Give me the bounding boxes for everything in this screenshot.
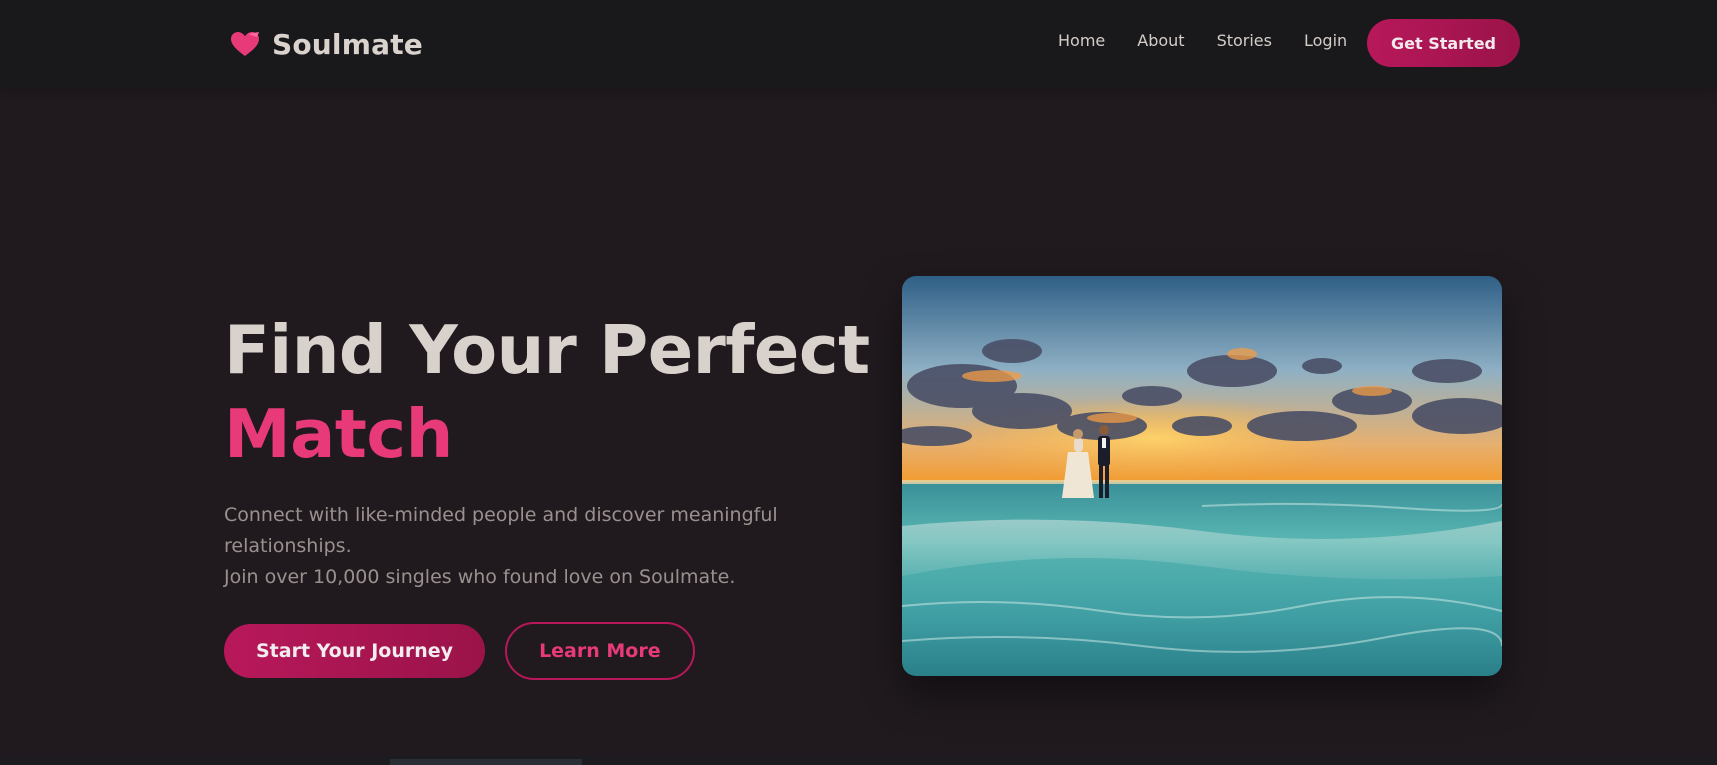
hero-subtitle: Connect with like-minded people and disc… — [224, 500, 884, 593]
hero-subtitle-line-2: Join over 10,000 singles who found love … — [224, 566, 736, 588]
heart-icon — [230, 31, 260, 57]
get-started-button[interactable]: Get Started — [1367, 19, 1520, 67]
brand-logo-link[interactable]: Soulmate — [230, 24, 423, 64]
hero-subtitle-line-1: Connect with like-minded people and disc… — [224, 504, 778, 557]
hero-photo — [902, 276, 1502, 676]
hero-section: Find Your Perfect Match Connect with lik… — [224, 308, 884, 680]
next-section-tab — [390, 759, 582, 765]
main-nav: Home About Stories Login — [1058, 26, 1347, 54]
learn-more-button[interactable]: Learn More — [505, 622, 695, 680]
nav-link-stories[interactable]: Stories — [1217, 31, 1272, 50]
hero-title-line: Find Your Perfect — [224, 311, 870, 389]
hero-title: Find Your Perfect Match — [224, 308, 884, 476]
top-navbar: Soulmate Home About Stories Login Get St… — [0, 0, 1717, 88]
nav-link-about[interactable]: About — [1137, 31, 1184, 50]
hero-buttons: Start Your Journey Learn More — [224, 622, 884, 680]
nav-link-login[interactable]: Login — [1304, 31, 1347, 50]
brand-name: Soulmate — [272, 27, 423, 61]
next-section-edge — [0, 756, 1717, 765]
hero-title-accent: Match — [224, 395, 453, 473]
start-journey-button[interactable]: Start Your Journey — [224, 624, 486, 678]
nav-link-home[interactable]: Home — [1058, 31, 1105, 50]
